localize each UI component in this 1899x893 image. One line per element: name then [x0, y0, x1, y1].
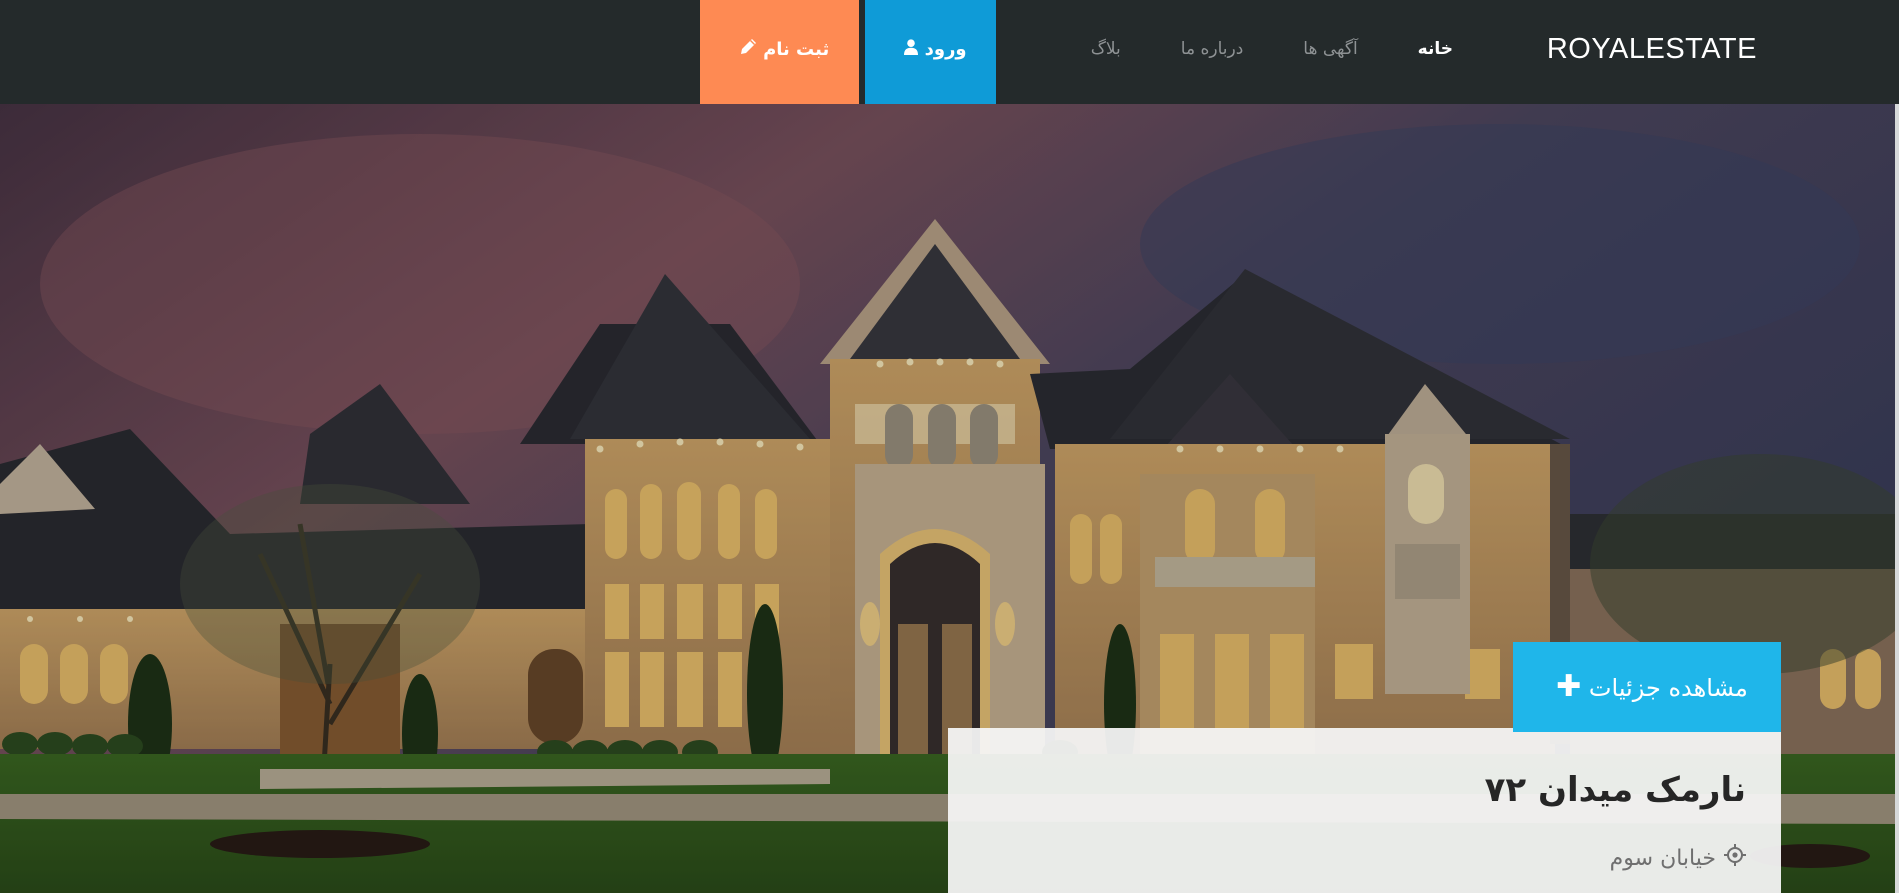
- top-navbar: ROYALESTATE خانه آگهی ها درباره ما بلاگ …: [0, 0, 1899, 104]
- main-menu: خانه آگهی ها درباره ما بلاگ: [1061, 0, 1483, 98]
- user-icon: [904, 0, 919, 100]
- scrollbar[interactable]: [1895, 104, 1899, 893]
- view-details-label: مشاهده جزئیات: [1588, 674, 1748, 702]
- register-button[interactable]: ثبت نام: [700, 0, 859, 104]
- listing-title[interactable]: نارمک میدان ۷۲: [1485, 770, 1746, 810]
- nav-item-listings[interactable]: آگهی ها: [1273, 39, 1387, 59]
- nav-item-home[interactable]: خانه: [1388, 39, 1483, 59]
- location-target-icon: [1724, 844, 1746, 872]
- nav-item-blog[interactable]: بلاگ: [1061, 39, 1151, 59]
- register-label: ثبت نام: [763, 39, 830, 60]
- view-details-button[interactable]: مشاهده جزئیات ✚: [1513, 642, 1781, 732]
- listing-info-card: نارمک میدان ۷۲ خیابان سوم: [948, 728, 1781, 893]
- plus-icon: ✚: [1556, 669, 1582, 704]
- login-button[interactable]: ورود: [865, 0, 996, 104]
- brand-logo[interactable]: ROYALESTATE: [1547, 0, 1757, 98]
- nav-item-about[interactable]: درباره ما: [1151, 39, 1274, 59]
- listing-address-text: خیابان سوم: [1609, 845, 1716, 871]
- listing-address: خیابان سوم: [1610, 844, 1746, 872]
- pencil-icon: [740, 0, 757, 100]
- login-label: ورود: [924, 39, 967, 60]
